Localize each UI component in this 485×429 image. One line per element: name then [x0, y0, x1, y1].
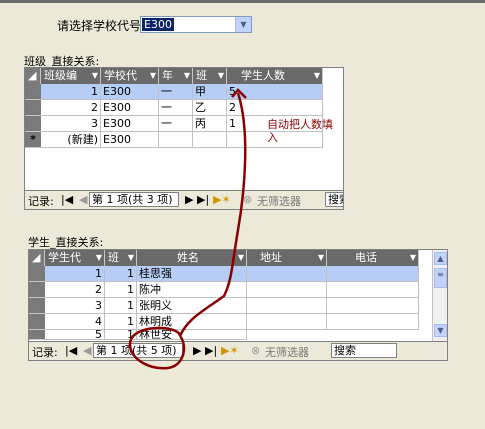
- annotation-circle: [128, 326, 186, 370]
- annotation-arrow-path: [178, 92, 247, 337]
- annotation-drawing: [128, 88, 247, 370]
